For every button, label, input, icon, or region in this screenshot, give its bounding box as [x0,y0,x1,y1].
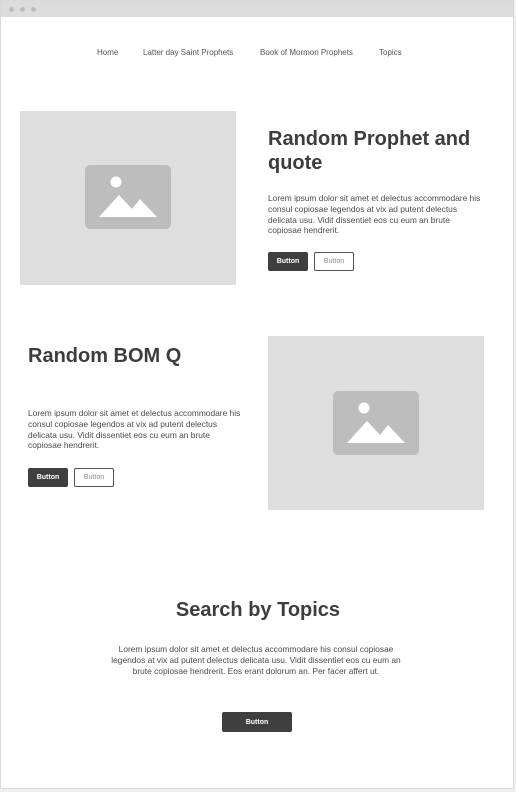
window-dot-icon[interactable] [9,7,14,12]
title-bar [1,1,513,17]
section-title-random-bom-q: Random BOM Q [28,345,182,367]
primary-button[interactable]: Button [268,252,308,271]
section-body-text: Lorem ipsum dolor sit amet et delectus a… [268,193,481,236]
secondary-button[interactable]: Button [74,468,114,487]
top-nav: Home Latter day Saint Prophets Book of M… [1,48,513,60]
browser-window: Home Latter day Saint Prophets Book of M… [0,0,514,789]
image-placeholder-icon [85,165,171,229]
image-placeholder [268,336,484,510]
section-title-random-prophet: Random Prophet and quote [268,128,471,175]
nav-item-home[interactable]: Home [97,48,118,57]
search-topics-button[interactable]: Button [222,712,292,732]
window-dot-icon[interactable] [20,7,25,12]
nav-item-latter-day-saint-prophets[interactable]: Latter day Saint Prophets [143,48,233,57]
nav-item-topics[interactable]: Topics [379,48,402,57]
nav-item-book-of-mormon-prophets[interactable]: Book of Mormon Prophets [260,48,353,57]
section-body-text: Lorem ipsum dolor sit amet et delectus a… [28,408,241,451]
image-placeholder [20,111,236,285]
window-dot-icon[interactable] [31,7,36,12]
secondary-button[interactable]: Button [314,252,354,271]
section-title-search-by-topics: Search by Topics [175,599,341,621]
image-placeholder-icon [333,391,419,455]
section-body-text: Lorem ipsum dolor sit amet et delectus a… [111,644,401,676]
primary-button[interactable]: Button [28,468,68,487]
